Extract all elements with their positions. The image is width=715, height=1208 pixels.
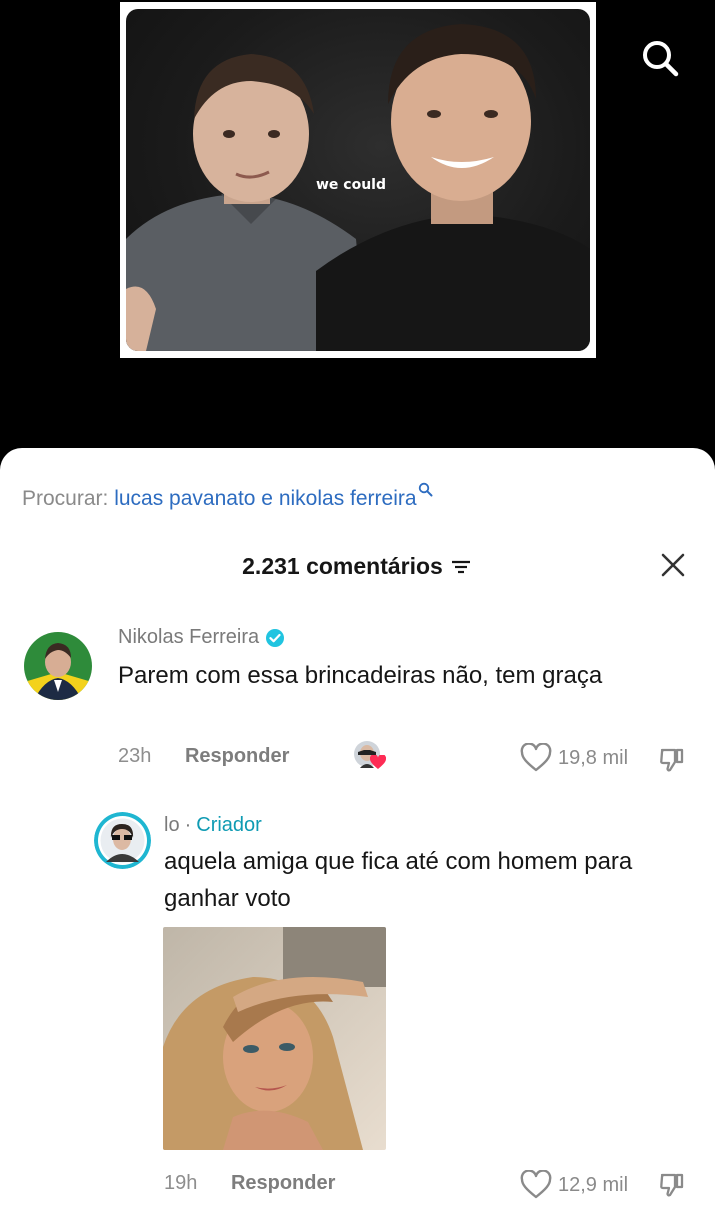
avatar[interactable] — [94, 812, 151, 869]
like-count: 19,8 mil — [558, 746, 629, 769]
heart-icon — [520, 743, 552, 772]
heart-icon — [520, 1170, 552, 1199]
dislike-icon — [660, 748, 684, 772]
comments-count: 2.231 comentários — [242, 553, 443, 579]
comment-author[interactable]: Nikolas Ferreira — [118, 626, 285, 649]
comment-meta: 23h Responder — [118, 745, 289, 768]
search-suggestion-label: Procurar: — [22, 487, 109, 510]
like-count: 12,9 mil — [558, 1173, 629, 1196]
close-button[interactable] — [657, 549, 689, 581]
dislike-button[interactable] — [658, 1170, 686, 1198]
author-name[interactable]: lo — [164, 814, 180, 837]
creator-badge: Criador — [196, 814, 262, 836]
dislike-button[interactable] — [658, 745, 686, 773]
comment-time: 23h — [118, 745, 152, 767]
heart-icon — [370, 755, 386, 769]
separator-dot: · — [184, 814, 192, 836]
comment-meta: 19h Responder — [164, 1172, 335, 1195]
comment-image[interactable] — [163, 927, 386, 1150]
search-icon — [418, 482, 433, 497]
dislike-icon — [660, 1173, 684, 1197]
reply-button[interactable]: Responder — [231, 1172, 335, 1194]
reply-button[interactable]: Responder — [185, 745, 289, 767]
author-name[interactable]: Nikolas Ferreira — [118, 626, 259, 649]
creator-liked-badge — [352, 740, 388, 772]
video-frame: we could — [120, 2, 596, 358]
search-icon — [643, 41, 679, 77]
comment-author[interactable]: lo · Criador — [164, 814, 262, 837]
video-caption: we could — [316, 177, 387, 193]
sort-icon[interactable] — [449, 557, 473, 577]
search-suggestion-query[interactable]: lucas pavanato e nikolas ferreira — [114, 487, 416, 510]
avatar[interactable] — [24, 632, 92, 700]
comment-text: aquela amiga que fica até com homem para… — [164, 848, 633, 912]
video-player[interactable]: we could — [0, 0, 715, 450]
search-button[interactable] — [638, 36, 682, 80]
video-thumbnail: we could — [126, 9, 590, 351]
like-button[interactable]: 19,8 mil — [520, 743, 628, 773]
like-button[interactable]: 12,9 mil — [520, 1170, 628, 1200]
search-suggestion[interactable]: Procurar: lucas pavanato e nikolas ferre… — [22, 482, 433, 511]
comment-time: 19h — [164, 1172, 198, 1194]
close-icon — [661, 553, 685, 577]
verified-icon — [266, 628, 285, 647]
comment-text: Parem com essa brincadeiras não, tem gra… — [118, 662, 603, 689]
comments-header: 2.231 comentários — [0, 553, 715, 580]
